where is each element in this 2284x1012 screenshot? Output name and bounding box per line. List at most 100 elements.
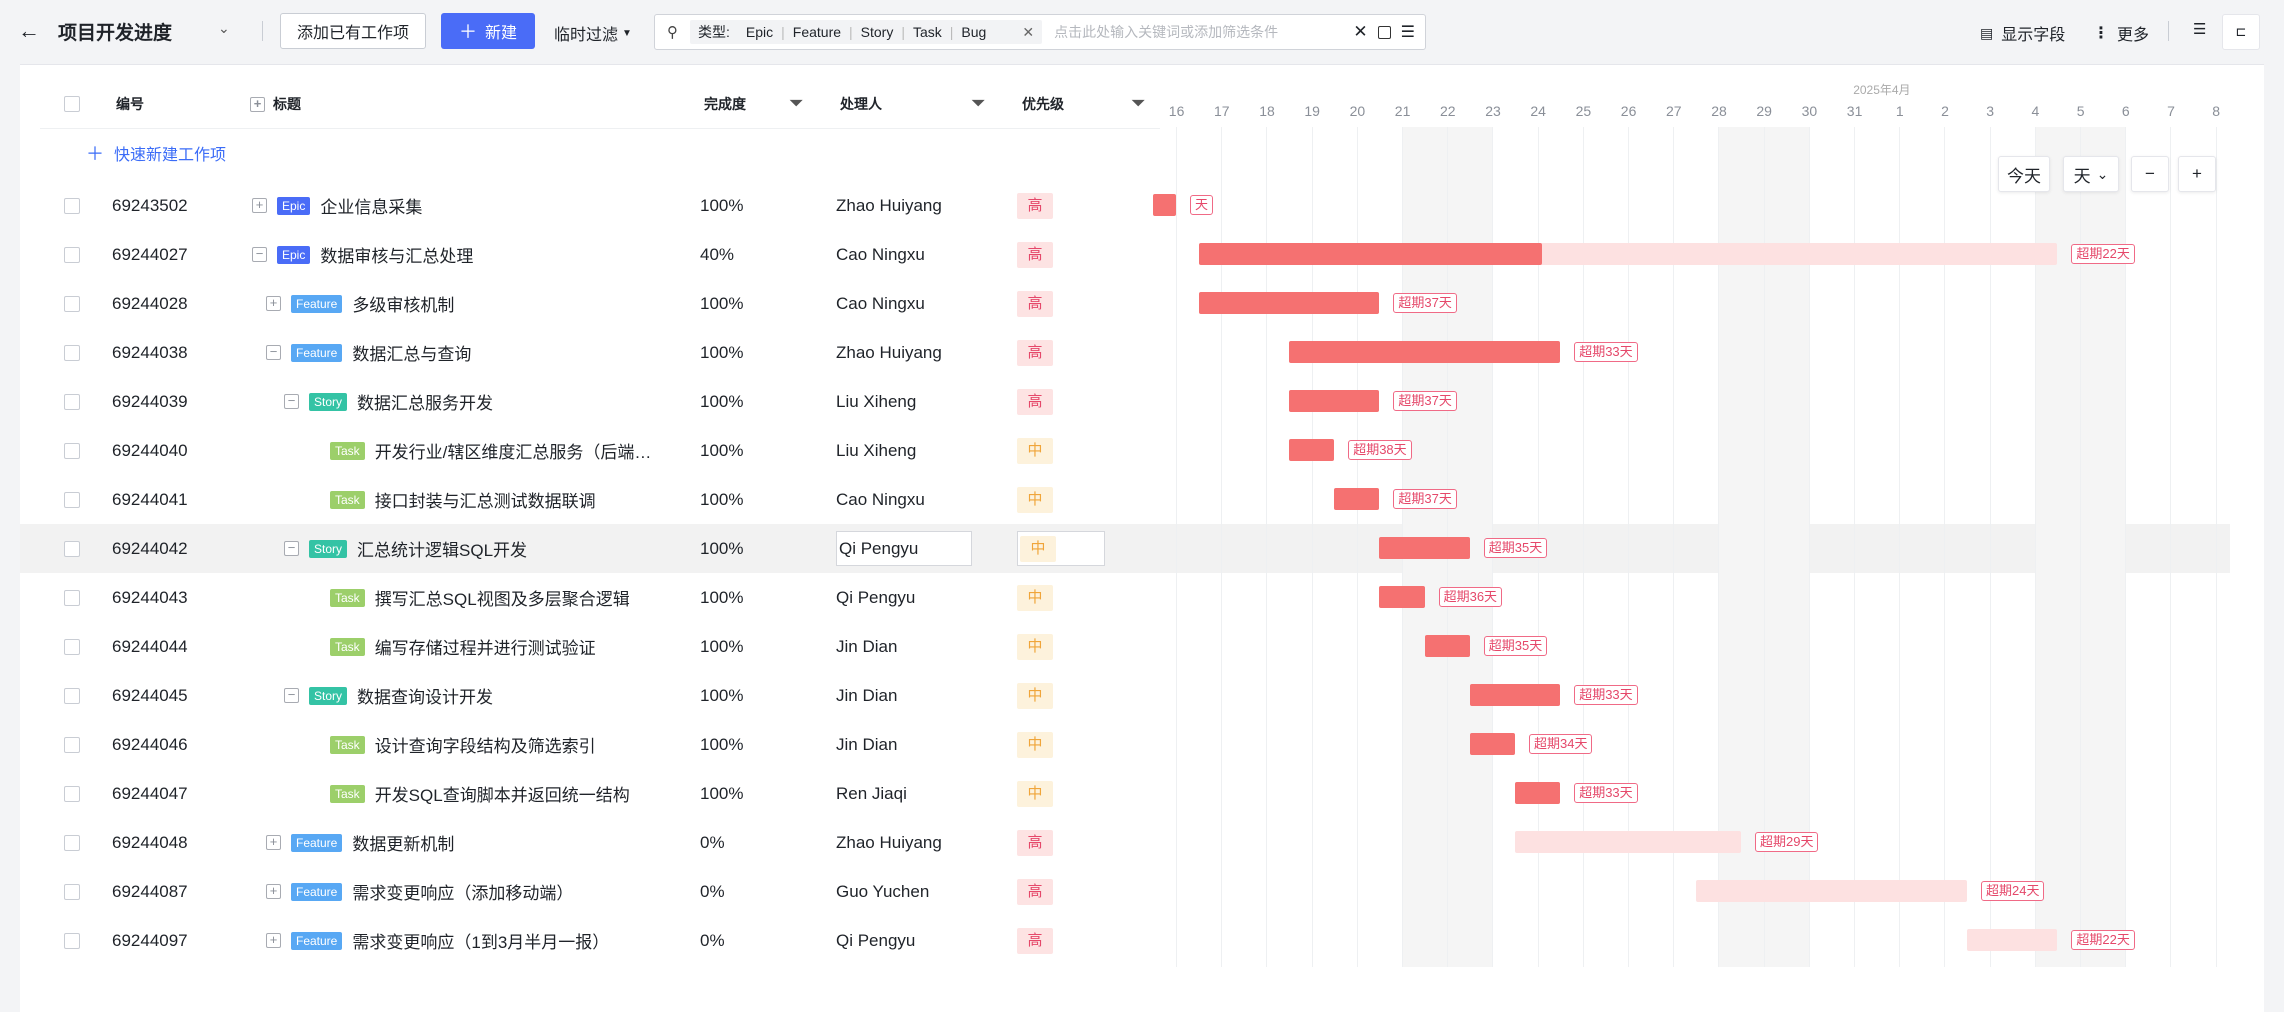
zoom-in-button[interactable]: + bbox=[2178, 156, 2216, 192]
row-title-cell[interactable]: + Epic 企业信息采集 bbox=[252, 181, 422, 230]
table-row[interactable]: 69244087 + Feature 需求变更响应（添加移动端） 0% Guo … bbox=[20, 867, 1160, 916]
quick-create-link[interactable]: ＋ 快速新建工作项 bbox=[86, 140, 226, 166]
gantt-bar[interactable] bbox=[1515, 831, 1741, 853]
select-all-checkbox[interactable] bbox=[64, 80, 80, 128]
gantt-bar-progress[interactable] bbox=[1379, 586, 1425, 608]
row-title-cell[interactable]: + Feature 需求变更响应（添加移动端） bbox=[266, 867, 573, 916]
table-row[interactable]: 69244043 Task 撰写汇总SQL视图及多层聚合逻辑 100% Qi P… bbox=[20, 573, 1160, 622]
row-priority-cell[interactable]: 中 bbox=[1017, 622, 1053, 671]
table-row[interactable]: 69244097 + Feature 需求变更响应（1到3月半月一报） 0% Q… bbox=[20, 916, 1160, 965]
row-priority-cell[interactable]: 高 bbox=[1017, 867, 1053, 916]
row-priority-cell[interactable]: 中 bbox=[1017, 671, 1053, 720]
gantt-bar-progress[interactable] bbox=[1424, 635, 1470, 657]
row-title[interactable]: 数据汇总与查询 bbox=[352, 340, 471, 365]
gantt-bar-progress[interactable] bbox=[1515, 782, 1561, 804]
row-title[interactable]: 设计查询字段结构及筛选索引 bbox=[375, 732, 596, 757]
row-assignee[interactable]: Zhao Huiyang bbox=[836, 181, 942, 230]
row-title-cell[interactable]: Task 开发SQL查询脚本并返回统一结构 bbox=[330, 769, 630, 818]
table-row[interactable]: 69243502 + Epic 企业信息采集 100% Zhao Huiyang… bbox=[20, 181, 1160, 230]
row-assignee[interactable]: Cao Ningxu bbox=[836, 230, 925, 279]
row-checkbox[interactable] bbox=[64, 377, 80, 426]
row-checkbox[interactable] bbox=[64, 622, 80, 671]
header-title[interactable]: + 标题 bbox=[250, 80, 301, 128]
add-existing-button[interactable]: 添加已有工作项 bbox=[280, 13, 427, 49]
header-priority[interactable]: 优先级 bbox=[1022, 80, 1064, 128]
row-title-cell[interactable]: Task 开发行业/辖区维度汇总服务（后端… bbox=[330, 426, 651, 475]
expand-toggle-icon[interactable]: + bbox=[266, 884, 281, 899]
table-row[interactable]: 69244028 + Feature 多级审核机制 100% Cao Ningx… bbox=[20, 279, 1160, 328]
header-id[interactable]: 编号 bbox=[116, 80, 144, 128]
row-priority-cell[interactable]: 高 bbox=[1017, 230, 1053, 279]
row-checkbox[interactable] bbox=[64, 426, 80, 475]
gantt-bar-progress[interactable] bbox=[1289, 341, 1561, 363]
row-priority-cell[interactable]: 中 bbox=[1017, 426, 1053, 475]
filter-list-icon[interactable]: ☰ bbox=[1401, 22, 1415, 42]
row-priority-cell[interactable]: 中 bbox=[1017, 573, 1053, 622]
table-row[interactable]: 69244041 Task 接口封装与汇总测试数据联调 100% Cao Nin… bbox=[20, 475, 1160, 524]
row-assignee[interactable]: Jin Dian bbox=[836, 671, 897, 720]
clear-icon[interactable]: ✕ bbox=[1353, 22, 1367, 42]
row-checkbox[interactable] bbox=[64, 279, 80, 328]
zoom-out-button[interactable]: − bbox=[2131, 156, 2169, 192]
gantt-view-icon[interactable]: ⊏ bbox=[2222, 14, 2260, 50]
row-title-cell[interactable]: Task 编写存储过程并进行测试验证 bbox=[330, 622, 596, 671]
expand-toggle-icon[interactable]: − bbox=[252, 247, 267, 262]
today-button[interactable]: 今天 bbox=[1998, 156, 2050, 192]
row-assignee[interactable]: Qi Pengyu bbox=[836, 531, 972, 566]
row-title[interactable]: 需求变更响应（添加移动端） bbox=[352, 879, 573, 904]
row-title[interactable]: 需求变更响应（1到3月半月一报） bbox=[352, 928, 609, 953]
row-title-cell[interactable]: + Feature 需求变更响应（1到3月半月一报） bbox=[266, 916, 609, 965]
row-assignee[interactable]: Zhao Huiyang bbox=[836, 818, 942, 867]
row-title[interactable]: 汇总统计逻辑SQL开发 bbox=[357, 536, 527, 561]
expand-toggle-icon[interactable]: − bbox=[284, 541, 299, 556]
row-assignee[interactable]: Jin Dian bbox=[836, 622, 897, 671]
row-title-cell[interactable]: − Story 数据汇总服务开发 bbox=[284, 377, 493, 426]
row-checkbox[interactable] bbox=[64, 867, 80, 916]
save-icon[interactable] bbox=[1377, 25, 1391, 39]
gantt-bar-progress[interactable] bbox=[1153, 194, 1176, 216]
back-arrow-icon[interactable]: ← bbox=[18, 18, 40, 44]
row-title-cell[interactable]: − Story 汇总统计逻辑SQL开发 bbox=[284, 524, 527, 573]
row-assignee[interactable]: Ren Jiaqi bbox=[836, 769, 907, 818]
row-assignee[interactable]: Liu Xiheng bbox=[836, 426, 916, 475]
row-priority-cell[interactable]: 中 bbox=[1017, 720, 1053, 769]
gantt-bar-progress[interactable] bbox=[1289, 390, 1380, 412]
title-dropdown-chevron-icon[interactable]: ⌄ bbox=[218, 20, 230, 37]
row-assignee[interactable]: Qi Pengyu bbox=[836, 916, 915, 965]
filter-bar[interactable]: ⚲ 类型: Epic | Feature | Story | Task | Bug ✕ … bbox=[654, 14, 1426, 50]
row-priority-cell[interactable]: 中 bbox=[1017, 769, 1053, 818]
row-assignee[interactable]: Cao Ningxu bbox=[836, 279, 925, 328]
gantt-bar-progress[interactable] bbox=[1469, 733, 1515, 755]
row-title[interactable]: 数据汇总服务开发 bbox=[357, 389, 493, 414]
row-title[interactable]: 撰写汇总SQL视图及多层聚合逻辑 bbox=[375, 585, 630, 610]
chip-close-icon[interactable]: ✕ bbox=[1022, 24, 1034, 41]
table-row[interactable]: 69244045 − Story 数据查询设计开发 100% Jin Dian … bbox=[20, 671, 1160, 720]
row-title[interactable]: 编写存储过程并进行测试验证 bbox=[375, 634, 596, 659]
row-checkbox[interactable] bbox=[64, 475, 80, 524]
filter-placeholder[interactable]: 点击此处输入关键词或添加筛选条件 bbox=[1054, 22, 1353, 42]
row-assignee[interactable]: Jin Dian bbox=[836, 720, 897, 769]
row-checkbox[interactable] bbox=[64, 328, 80, 377]
gantt-bar-progress[interactable] bbox=[1469, 684, 1561, 706]
gantt-bar-progress[interactable] bbox=[1334, 488, 1380, 510]
header-progress[interactable]: 完成度 bbox=[704, 80, 746, 128]
row-priority-cell[interactable]: 高 bbox=[1017, 377, 1053, 426]
row-title-cell[interactable]: Task 撰写汇总SQL视图及多层聚合逻辑 bbox=[330, 573, 630, 622]
expand-toggle-icon[interactable]: + bbox=[252, 198, 267, 213]
expand-toggle-icon[interactable]: + bbox=[266, 835, 281, 850]
table-row[interactable]: 69244039 − Story 数据汇总服务开发 100% Liu Xihen… bbox=[20, 377, 1160, 426]
row-checkbox[interactable] bbox=[64, 720, 80, 769]
expand-all-icon[interactable]: + bbox=[250, 96, 265, 112]
expand-toggle-icon[interactable]: − bbox=[266, 345, 281, 360]
show-fields-button[interactable]: ▤ 显示字段 bbox=[1980, 21, 2065, 45]
row-title[interactable]: 开发行业/辖区维度汇总服务（后端… bbox=[375, 438, 652, 463]
row-checkbox[interactable] bbox=[64, 573, 80, 622]
gantt-bar[interactable] bbox=[1695, 880, 1967, 902]
gantt-bar-progress[interactable] bbox=[1198, 292, 1380, 314]
table-row[interactable]: 69244046 Task 设计查询字段结构及筛选索引 100% Jin Dia… bbox=[20, 720, 1160, 769]
row-title[interactable]: 开发SQL查询脚本并返回统一结构 bbox=[375, 781, 630, 806]
row-checkbox[interactable] bbox=[64, 818, 80, 867]
row-title[interactable]: 多级审核机制 bbox=[352, 291, 454, 316]
row-priority-cell[interactable]: 高 bbox=[1017, 181, 1053, 230]
row-title-cell[interactable]: + Feature 数据更新机制 bbox=[266, 818, 454, 867]
